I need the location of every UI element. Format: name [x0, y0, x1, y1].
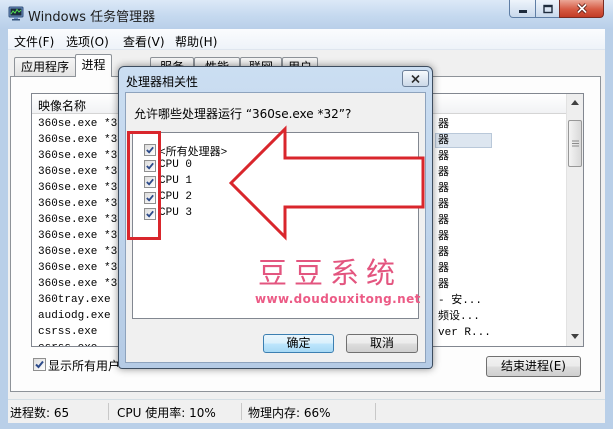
- close-icon: [576, 3, 587, 14]
- process-description: 器: [438, 215, 449, 227]
- processor-checkbox[interactable]: [144, 208, 156, 220]
- close-button[interactable]: [559, 0, 604, 18]
- processor-checkbox[interactable]: [144, 176, 156, 188]
- process-description: 器: [438, 279, 449, 291]
- process-image-name: 360se.exe *32: [38, 214, 124, 226]
- watermark-url: www.doudouxitong.net: [255, 292, 421, 306]
- processor-affinity-dialog: 处理器相关性 允许哪些处理器运行 “360se.exe *32”? <所有处理器…: [118, 66, 433, 369]
- checkbox-check-icon: [146, 178, 154, 186]
- scroll-down-icon: [571, 334, 579, 339]
- process-image-name: 360se.exe *32: [38, 134, 124, 146]
- process-image-name: 360se.exe *32: [38, 246, 124, 258]
- processor-item-cpu0[interactable]: CPU 0: [133, 158, 418, 174]
- task-manager-icon: [8, 6, 24, 21]
- dialog-close-button[interactable]: [402, 70, 429, 87]
- process-description: 器: [438, 247, 449, 259]
- processor-label: CPU 0: [159, 159, 193, 171]
- grip-icon: [571, 140, 579, 147]
- title-bar[interactable]: Windows 任务管理器: [0, 0, 613, 29]
- processor-label: CPU 1: [159, 175, 193, 187]
- process-description: 器: [438, 231, 449, 243]
- physical-memory: 物理内存: 66%: [248, 406, 331, 420]
- cancel-button[interactable]: 取消: [346, 334, 418, 353]
- menu-file[interactable]: 文件(F): [14, 33, 54, 50]
- processor-checkbox[interactable]: [144, 160, 156, 172]
- processor-item-cpu1[interactable]: CPU 1: [133, 174, 418, 190]
- checkbox-check-icon: [146, 194, 154, 202]
- process-description: - 安...: [438, 295, 483, 307]
- menu-view[interactable]: 查看(V): [123, 33, 165, 50]
- process-count: 进程数: 65: [10, 406, 70, 420]
- status-separator: [375, 403, 376, 420]
- end-process-button[interactable]: 结束进程(E): [486, 356, 581, 377]
- process-description: 器: [438, 263, 449, 275]
- scroll-up-button[interactable]: [567, 94, 583, 111]
- show-all-users-label: 显示所有用户: [48, 359, 121, 373]
- show-all-users-checkbox[interactable]: [33, 358, 46, 371]
- processor-label: <所有处理器>: [159, 147, 228, 159]
- process-image-name: 360se.exe *32: [38, 166, 124, 178]
- dialog-prompt: 允许哪些处理器运行 “360se.exe *32”?: [134, 107, 352, 121]
- processor-checkbox[interactable]: [144, 192, 156, 204]
- processor-label: CPU 3: [159, 207, 193, 219]
- checkbox-check-icon: [35, 360, 44, 369]
- maximize-button[interactable]: [535, 0, 560, 18]
- process-description: 器: [438, 167, 449, 179]
- column-header-label: 映像名称: [38, 99, 87, 113]
- status-bar: 进程数: 65 CPU 使用率: 10% 物理内存: 66%: [8, 399, 605, 423]
- maximize-icon: [542, 4, 553, 13]
- processor-checkbox[interactable]: [144, 144, 156, 156]
- menu-options[interactable]: 选项(O): [66, 33, 109, 50]
- process-image-name: 360se.exe *32: [38, 230, 124, 242]
- ok-button[interactable]: 确定: [263, 334, 334, 353]
- process-image-name: 360se.exe *32: [38, 262, 124, 274]
- checkbox-check-icon: [146, 162, 154, 170]
- dialog-title: 处理器相关性: [126, 75, 199, 89]
- vertical-scrollbar[interactable]: [566, 94, 583, 346]
- scroll-down-button[interactable]: [567, 328, 583, 345]
- process-image-name: 360se.exe *32: [38, 118, 124, 130]
- tab-applications[interactable]: 应用程序: [14, 57, 76, 77]
- process-description: 频设...: [438, 311, 480, 323]
- process-image-name: csrss.exe: [38, 326, 98, 338]
- close-icon: [411, 74, 420, 83]
- process-description: 器: [438, 183, 449, 195]
- minimize-button[interactable]: [509, 0, 536, 18]
- process-description: 器: [438, 199, 449, 211]
- status-separator: [108, 403, 109, 420]
- scroll-thumb[interactable]: [568, 120, 582, 167]
- scroll-up-icon: [571, 100, 579, 105]
- processor-label: CPU 2: [159, 191, 193, 203]
- menu-help[interactable]: 帮助(H): [175, 33, 217, 50]
- process-image-name: 360se.exe *32: [38, 278, 124, 290]
- checkbox-check-icon: [146, 146, 154, 154]
- processor-item-all[interactable]: <所有处理器>: [133, 142, 418, 159]
- checkbox-check-icon: [146, 210, 154, 218]
- process-description: ver R...: [438, 327, 491, 339]
- window-title: Windows 任务管理器: [28, 10, 156, 25]
- process-image-name: 360se.exe *32: [38, 150, 124, 162]
- process-description: [435, 341, 492, 346]
- status-separator: [241, 403, 242, 420]
- process-image-name: audiodg.exe: [38, 310, 111, 322]
- watermark-title: 豆豆系统: [258, 256, 403, 290]
- process-image-name: 360tray.exe *: [38, 294, 124, 306]
- minimize-icon: [518, 9, 527, 13]
- tab-processes[interactable]: 进程: [75, 54, 112, 77]
- process-image-name: csrss.exe: [38, 342, 97, 346]
- processor-item-cpu3[interactable]: CPU 3: [133, 206, 418, 222]
- process-description: 器: [438, 119, 449, 131]
- process-description: 器: [435, 133, 492, 148]
- process-image-name: 360se.exe *32: [38, 198, 124, 210]
- process-description: 器: [438, 151, 449, 163]
- cpu-usage: CPU 使用率: 10%: [117, 406, 216, 420]
- processor-item-cpu2[interactable]: CPU 2: [133, 190, 418, 206]
- process-image-name: 360se.exe *32: [38, 182, 124, 194]
